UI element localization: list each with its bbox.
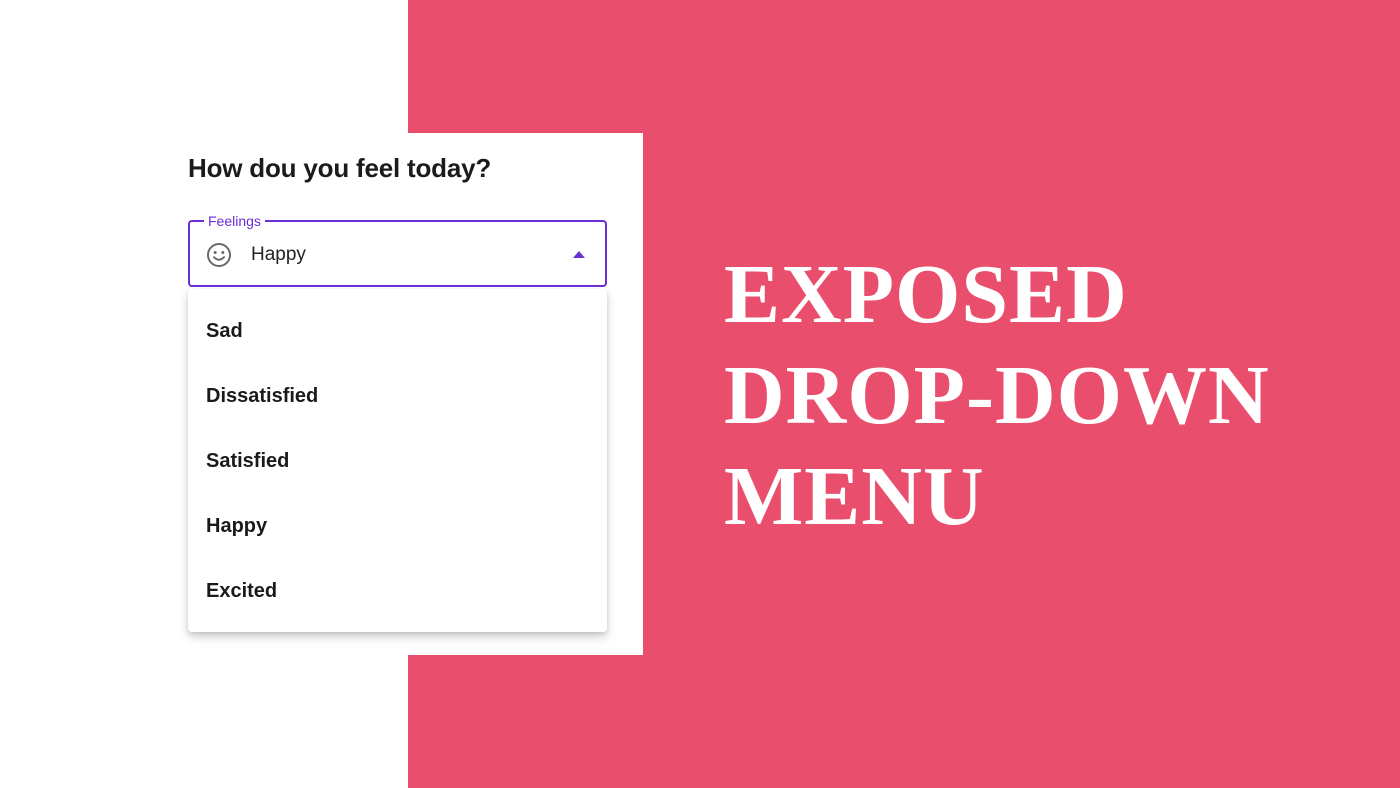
headline-line-2: DROP-DOWN — [724, 349, 1270, 442]
feelings-selected-value: Happy — [251, 244, 306, 265]
menu-list: Sad Dissatisfied Satisfied Happy Excited — [188, 289, 607, 624]
menu-item-excited[interactable]: Excited — [188, 559, 607, 624]
headline-line-3: MENU — [724, 450, 985, 543]
smiley-face-icon — [207, 243, 231, 267]
headline-title: EXPOSED DROP-DOWN MENU — [724, 244, 1270, 547]
caret-up-icon[interactable] — [573, 251, 585, 258]
menu-item-happy[interactable]: Happy — [188, 494, 607, 559]
headline-line-1: EXPOSED — [724, 248, 1128, 341]
menu-item-sad[interactable]: Sad — [188, 299, 607, 364]
feelings-field-label: Feelings — [204, 212, 265, 230]
feelings-dropdown-field[interactable]: Feelings Happy — [188, 212, 607, 287]
form-question-heading: How dou you feel today? — [188, 153, 492, 183]
menu-item-satisfied[interactable]: Satisfied — [188, 429, 607, 494]
menu-item-dissatisfied[interactable]: Dissatisfied — [188, 364, 607, 429]
feelings-dropdown-menu: Sad Dissatisfied Satisfied Happy Excited — [188, 289, 607, 632]
